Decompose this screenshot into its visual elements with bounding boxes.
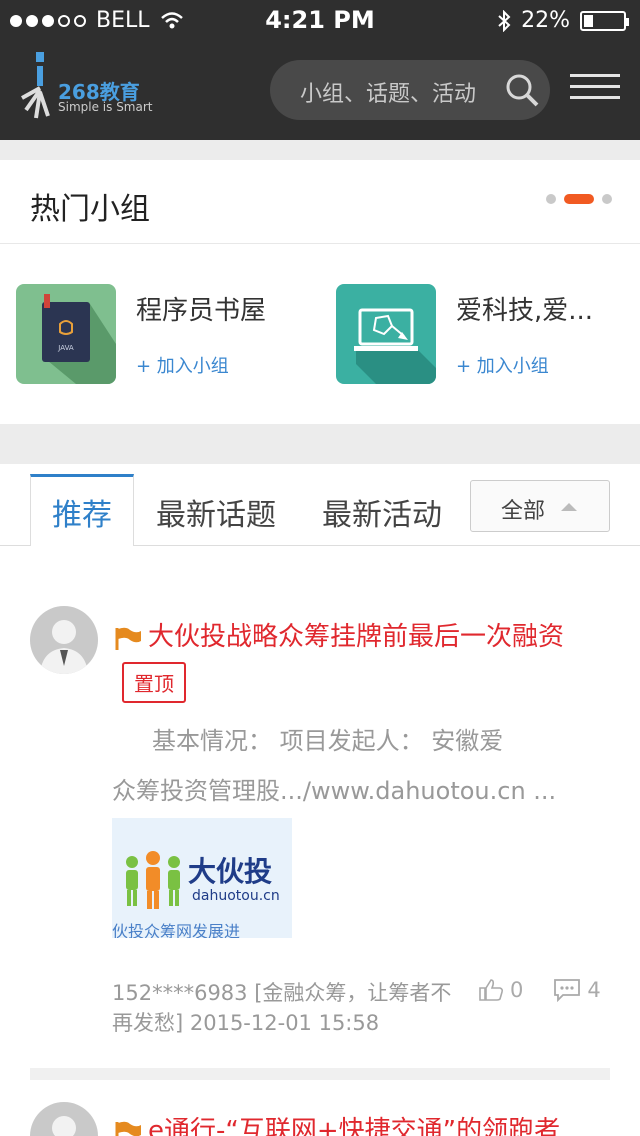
pager-dot[interactable] bbox=[546, 194, 556, 204]
post-title[interactable]: e通行-“互联网+快捷交通”的领跑者 bbox=[114, 1110, 560, 1136]
excerpt-line: 基本情况： 项目发起人： 安徽爱 bbox=[152, 727, 504, 755]
status-bar: BELL 4:21 PM 22% bbox=[0, 0, 640, 40]
group-name[interactable]: 爱科技,爱... bbox=[456, 290, 626, 327]
avatar[interactable] bbox=[30, 606, 98, 674]
post-title-text[interactable]: e通行-“互联网+快捷交通”的领跑者 bbox=[148, 1116, 560, 1136]
comment-icon[interactable] bbox=[553, 978, 581, 1002]
hot-groups-list: JAVA 程序员书屋 + 加入小组 爱科技,爱... + 加入小组 bbox=[0, 244, 640, 424]
bluetooth-icon bbox=[498, 9, 511, 32]
group-card[interactable]: 爱科技,爱... + 加入小组 bbox=[336, 284, 636, 394]
post-thumbnail[interactable]: 大伙投 dahuotou.cn 伙投众筹网发展进 bbox=[112, 818, 292, 938]
tab-recommended[interactable]: 推荐 bbox=[52, 490, 112, 534]
flag-icon bbox=[115, 627, 141, 650]
search-placeholder: 小组、话题、活动 bbox=[300, 82, 477, 107]
post-stats: 0 4 bbox=[478, 978, 601, 1002]
app-logo[interactable]: 268教育 Simple is Smart bbox=[18, 52, 158, 122]
list-item[interactable]: 大伙投战略众筹挂牌前最后一次融资 置顶 基本情况： 项目发起人： 安徽爱 众筹投… bbox=[30, 606, 610, 1126]
post-list: 大伙投战略众筹挂牌前最后一次融资 置顶 基本情况： 项目发起人： 安徽爱 众筹投… bbox=[0, 546, 640, 1136]
app-header: BELL 4:21 PM 22% 268教育 Simple is Smart 小… bbox=[0, 0, 640, 140]
list-item[interactable]: e通行-“互联网+快捷交通”的领跑者 bbox=[30, 1102, 610, 1136]
post-title-text[interactable]: 大伙投战略众筹挂牌前最后一次融资 bbox=[148, 622, 564, 652]
thumbs-up-icon[interactable] bbox=[478, 978, 504, 1002]
post-excerpt: 基本情况： 项目发起人： 安徽爱 众筹投资管理股.../www.dahuotou… bbox=[112, 716, 612, 816]
logo-mark-icon bbox=[21, 52, 50, 119]
flag-icon bbox=[115, 1121, 141, 1136]
search-input[interactable]: 小组、话题、活动 bbox=[270, 60, 550, 120]
category-filter-select[interactable]: 全部 bbox=[470, 480, 610, 532]
caret-up-icon bbox=[561, 503, 577, 511]
content-tabs: 推荐 最新话题 最新活动 全部 bbox=[0, 464, 640, 547]
hot-groups-header: 热门小组 bbox=[0, 160, 640, 244]
post-title[interactable]: 大伙投战略众筹挂牌前最后一次融资 bbox=[114, 616, 564, 653]
carousel-pager[interactable] bbox=[546, 194, 612, 204]
thumb-domain: dahuotou.cn bbox=[192, 888, 280, 904]
hamburger-menu-icon[interactable] bbox=[570, 74, 620, 102]
laptop-icon[interactable] bbox=[336, 284, 436, 384]
tab-latest-activities[interactable]: 最新活动 bbox=[322, 490, 442, 534]
group-card[interactable]: JAVA 程序员书屋 + 加入小组 bbox=[16, 284, 316, 394]
join-group-link[interactable]: + 加入小组 bbox=[456, 352, 549, 378]
pinned-badge: 置顶 bbox=[122, 662, 186, 703]
avatar[interactable] bbox=[30, 1102, 98, 1136]
excerpt-line: 众筹投资管理股.../www.dahuotou.cn ... bbox=[112, 777, 557, 805]
battery-percent: 22% bbox=[521, 8, 570, 33]
group-name[interactable]: 程序员书屋 bbox=[136, 290, 306, 327]
thumb-caption: 伙投众筹网发展进 bbox=[112, 922, 241, 938]
thumb-brand: 大伙投 bbox=[188, 855, 273, 888]
logo-tagline: Simple is Smart bbox=[58, 100, 153, 114]
join-group-link[interactable]: + 加入小组 bbox=[136, 352, 229, 378]
battery-icon bbox=[580, 10, 629, 31]
comment-count: 4 bbox=[587, 978, 601, 1002]
book-icon[interactable]: JAVA bbox=[16, 284, 116, 384]
divider bbox=[30, 1068, 610, 1080]
search-icon[interactable] bbox=[504, 72, 540, 108]
svg-text:JAVA: JAVA bbox=[57, 344, 74, 352]
post-date: 再发愁] 2015-12-01 15:58 bbox=[112, 1011, 380, 1035]
people-logo-icon bbox=[126, 851, 180, 909]
like-count: 0 bbox=[510, 978, 524, 1002]
pager-dot[interactable] bbox=[602, 194, 612, 204]
pager-dot-active[interactable] bbox=[564, 194, 594, 204]
hot-groups-title: 热门小组 bbox=[30, 192, 150, 227]
tab-latest-topics[interactable]: 最新话题 bbox=[156, 490, 276, 534]
filter-label: 全部 bbox=[501, 499, 546, 524]
